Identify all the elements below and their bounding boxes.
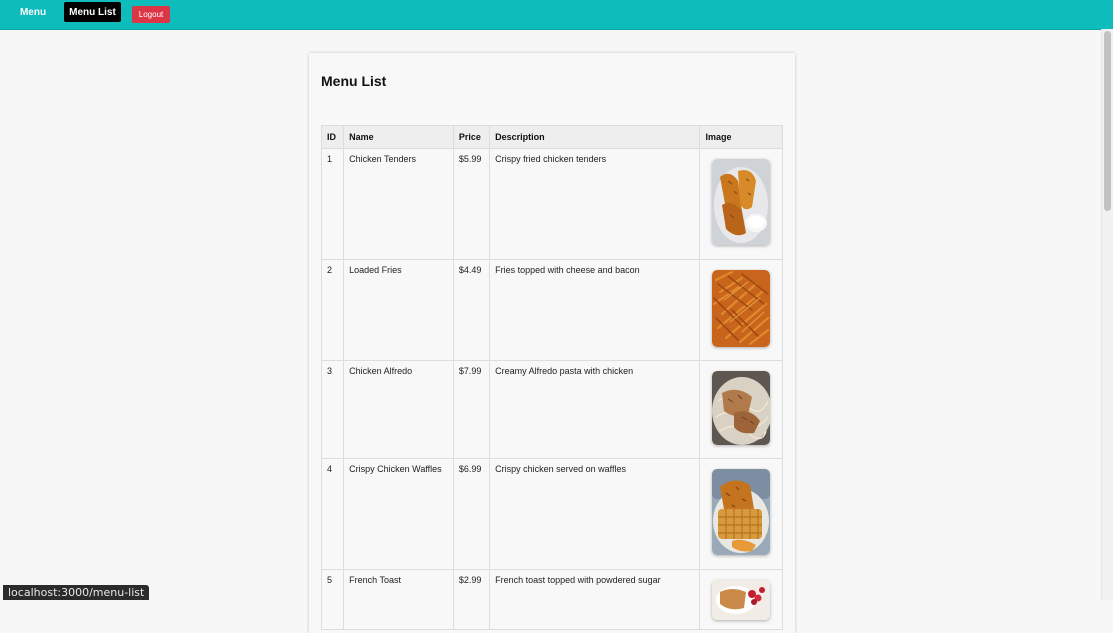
logout-button[interactable]: Logout [132, 6, 170, 23]
cell-id: 3 [320, 360, 345, 459]
menu-list-card: Menu List ID Name Price Description Imag… [309, 53, 795, 633]
cell-image [699, 259, 783, 361]
header-id: ID [320, 125, 345, 149]
table-row: 3 Chicken Alfredo $7.99 Creamy Alfredo p… [320, 360, 783, 459]
french-toast-photo [712, 580, 771, 620]
scrollbar-thumb[interactable] [1104, 31, 1111, 211]
cell-description: Fries topped with cheese and bacon [489, 259, 701, 361]
page-scrollbar[interactable] [1101, 29, 1113, 600]
page-title: Menu List [321, 73, 387, 89]
cell-price: $7.99 [452, 360, 491, 459]
cell-description: Creamy Alfredo pasta with chicken [489, 360, 701, 459]
chicken-alfredo-photo [712, 371, 771, 445]
header-name: Name [343, 125, 454, 149]
cell-name: Crispy Chicken Waffles [343, 458, 454, 570]
cell-price: $5.99 [452, 148, 491, 260]
header-image: Image [699, 125, 783, 149]
cell-description: Crispy fried chicken tenders [489, 148, 701, 260]
cell-name: Loaded Fries [343, 259, 454, 361]
cell-name: Chicken Alfredo [343, 360, 454, 459]
cell-id: 1 [320, 148, 345, 260]
chicken-tenders-photo [712, 159, 771, 245]
header-price: Price [452, 125, 491, 149]
cell-id: 2 [320, 259, 345, 361]
cell-image [699, 458, 783, 570]
table-row: 4 Crispy Chicken Waffles $6.99 Crispy ch… [320, 458, 783, 570]
nav-menu-list-link[interactable]: Menu List [64, 2, 121, 22]
cell-image [699, 148, 783, 260]
table-row: 2 Loaded Fries $4.49 Fries topped with c… [320, 259, 783, 361]
cell-description: Crispy chicken served on waffles [489, 458, 701, 570]
menu-table: ID Name Price Description Image 1 Chicke… [320, 125, 783, 630]
nav-menu-link[interactable]: Menu [12, 2, 54, 22]
table-header-row: ID Name Price Description Image [320, 125, 783, 149]
navbar: Menu Menu List Logout [0, 0, 1113, 30]
loaded-fries-photo [712, 270, 771, 347]
cell-name: Chicken Tenders [343, 148, 454, 260]
cell-image [699, 360, 783, 459]
header-description: Description [489, 125, 701, 149]
cell-price: $4.49 [452, 259, 491, 361]
status-bar-url: localhost:3000/menu-list [3, 585, 150, 600]
cell-id: 4 [320, 458, 345, 570]
cell-price: $6.99 [452, 458, 491, 570]
table-row: 1 Chicken Tenders $5.99 Crispy fried chi… [320, 148, 783, 260]
chicken-waffles-photo [712, 469, 771, 555]
